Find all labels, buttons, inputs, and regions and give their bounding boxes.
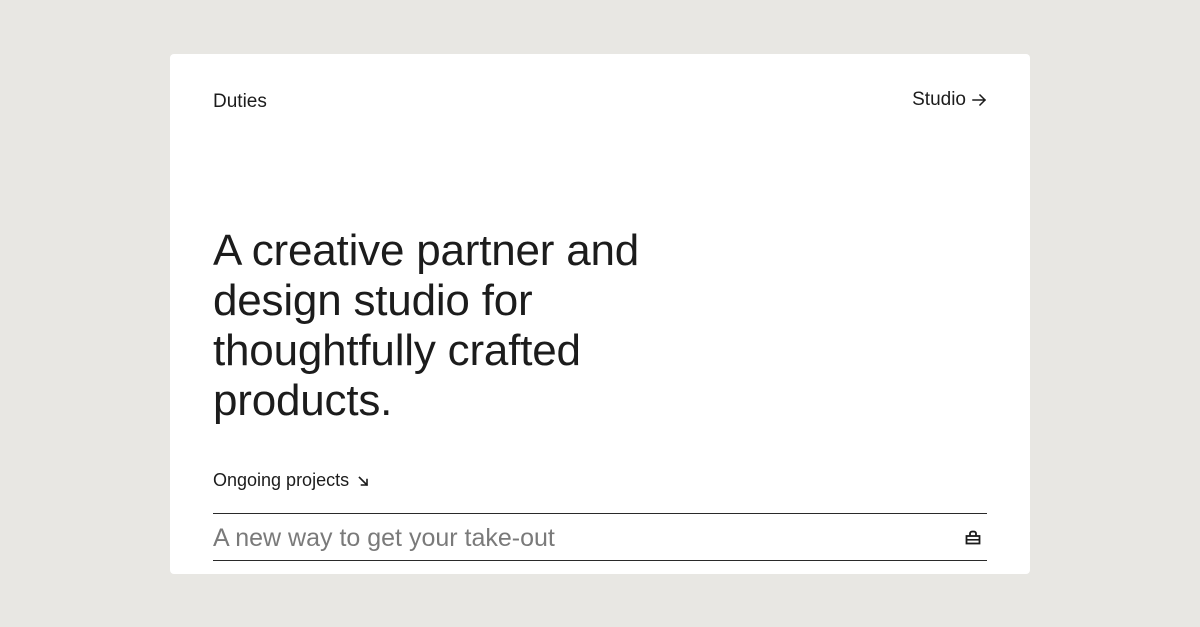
- main-card: Duties Studio A creative partner and des…: [170, 54, 1030, 574]
- lock-icon: [965, 530, 981, 544]
- brand-logo-text[interactable]: Duties: [213, 92, 267, 112]
- arrow-right-icon: [972, 93, 987, 107]
- arrow-down-right-icon: [358, 476, 369, 487]
- studio-link-label: Studio: [912, 89, 966, 110]
- ongoing-projects-heading: Ongoing projects: [213, 470, 369, 490]
- ongoing-projects-label: Ongoing projects: [213, 470, 350, 490]
- project-list-item[interactable]: A new way to get your take-out: [213, 513, 987, 561]
- project-title: A new way to get your take-out: [213, 524, 555, 552]
- studio-nav-link[interactable]: Studio: [912, 90, 987, 110]
- hero-headline: A creative partner and design studio for…: [213, 226, 640, 425]
